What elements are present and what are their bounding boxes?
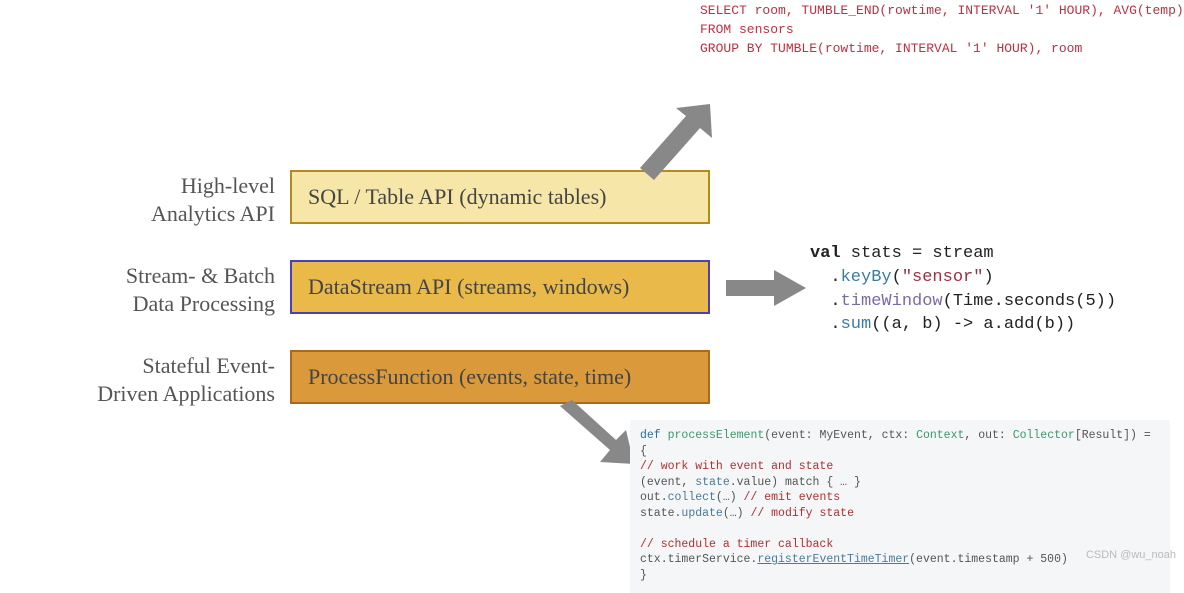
code-text: (Time.seconds(5)) <box>943 292 1116 311</box>
label-high-level: High-level Analytics API <box>0 172 275 227</box>
method-keyBy: keyBy <box>841 268 892 287</box>
code-line: (event, state.value) match { … } <box>640 475 1160 491</box>
code-text: (…) <box>716 491 744 504</box>
box-label: SQL / Table API (dynamic tables) <box>308 184 606 210</box>
method-timeWindow: timeWindow <box>841 292 943 311</box>
code-line: state.update(…) // modify state <box>640 506 1160 522</box>
type-collector: Collector <box>1013 429 1075 442</box>
code-register-timer: registerEventTimeTimer <box>757 553 909 566</box>
label-line: Stateful Event- <box>0 352 275 380</box>
code-line: GROUP BY TUMBLE(rowtime, INTERVAL '1' HO… <box>700 41 1082 56</box>
code-text: (event: MyEvent, ctx: <box>764 429 916 442</box>
code-line: // work with event and state <box>640 459 1160 475</box>
code-line: ctx.timerService.registerEventTimeTimer(… <box>640 552 1160 568</box>
code-update: update <box>681 507 722 520</box>
code-text: ((a, b) -> a.add(b)) <box>871 315 1075 334</box>
code-line <box>640 521 1160 537</box>
box-datastream-api: DataStream API (streams, windows) <box>290 260 710 314</box>
code-indent: . <box>810 292 841 311</box>
comment: // emit events <box>744 491 841 504</box>
code-indent: . <box>810 315 841 334</box>
comment: // schedule a timer callback <box>640 538 833 551</box>
arrow-up-right-icon <box>640 100 730 180</box>
code-text: state. <box>640 507 681 520</box>
code-text: (…) <box>723 507 751 520</box>
label-line: Data Processing <box>0 290 275 318</box>
code-text: ctx.timerService. <box>640 553 757 566</box>
code-scala: val stats = stream .keyBy("sensor") .tim… <box>810 242 1116 337</box>
comment: // work with event and state <box>640 460 833 473</box>
code-text: out. <box>640 491 668 504</box>
label-line: Driven Applications <box>0 380 275 408</box>
type-context: Context <box>916 429 964 442</box>
kw-def: def <box>640 429 661 442</box>
string-sensor: "sensor" <box>902 268 984 287</box>
comment: // modify state <box>750 507 854 520</box>
box-label: DataStream API (streams, windows) <box>308 274 629 300</box>
code-indent: . <box>810 268 841 287</box>
code-line: SELECT room, TUMBLE_END(rowtime, INTERVA… <box>700 3 1184 18</box>
code-sql: SELECT room, TUMBLE_END(rowtime, INTERVA… <box>700 2 1184 59</box>
box-processfunction: ProcessFunction (events, state, time) <box>290 350 710 404</box>
label-line: Stream- & Batch <box>0 262 275 290</box>
code-line: out.collect(…) // emit events <box>640 490 1160 506</box>
label-line: Analytics API <box>0 200 275 228</box>
code-collect: collect <box>668 491 716 504</box>
kw-val: val <box>810 244 841 263</box>
code-line: FROM sensors <box>700 22 794 37</box>
fn-name: processElement <box>668 429 765 442</box>
code-line: def processElement(event: MyEvent, ctx: … <box>640 428 1160 459</box>
code-text: (event, <box>640 476 695 489</box>
code-line: } <box>640 568 1160 584</box>
box-label: ProcessFunction (events, state, time) <box>308 364 631 390</box>
method-sum: sum <box>841 315 872 334</box>
label-line: High-level <box>0 172 275 200</box>
code-text: , out: <box>964 429 1012 442</box>
code-text: .value) match { … } <box>730 476 861 489</box>
code-text: (event.timestamp + 500) <box>909 553 1068 566</box>
watermark: CSDN @wu_noah <box>1086 549 1176 561</box>
code-state: state <box>695 476 730 489</box>
label-stream-batch: Stream- & Batch Data Processing <box>0 262 275 317</box>
paren: ( <box>892 268 902 287</box>
code-processfunction: def processElement(event: MyEvent, ctx: … <box>630 420 1170 593</box>
label-stateful: Stateful Event- Driven Applications <box>0 352 275 407</box>
paren: ) <box>983 268 993 287</box>
code-line: // schedule a timer callback <box>640 537 1160 553</box>
code-text: stats = stream <box>841 244 994 263</box>
arrow-right-icon <box>726 270 806 306</box>
